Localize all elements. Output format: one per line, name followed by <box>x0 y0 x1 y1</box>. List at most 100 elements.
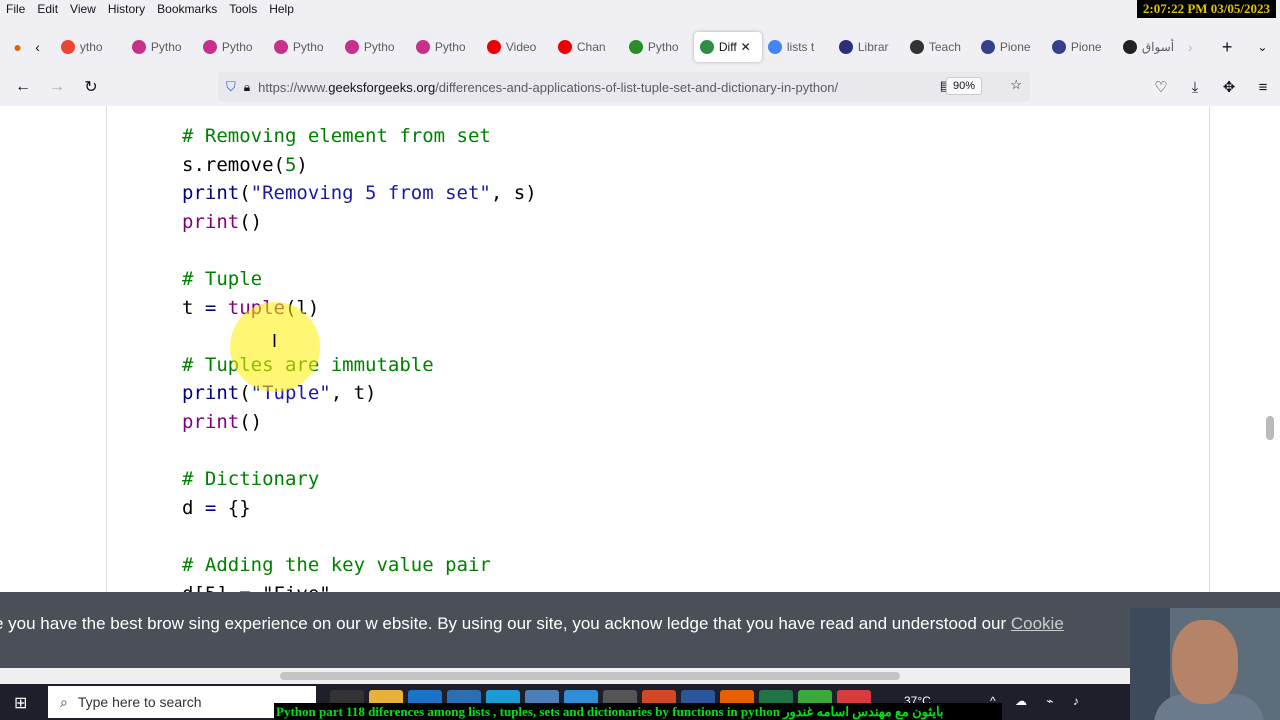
code-token: ( <box>239 182 251 205</box>
browser-tab[interactable]: Diff ✕ <box>693 32 762 62</box>
code-token: d <box>182 496 205 519</box>
list-tabs-icon[interactable]: ⌄ <box>1245 40 1280 54</box>
tab-favicon-icon <box>415 40 430 54</box>
code-token: () <box>239 210 263 233</box>
browser-tab[interactable]: Pytho <box>268 32 339 62</box>
tracking-protection-icon[interactable]: ⛉ <box>226 79 236 95</box>
code-line: t = tuple(l) <box>182 294 537 323</box>
video-caption: Python part 118 diferences among lists ,… <box>274 703 1002 720</box>
tab-close-icon[interactable]: ✕ <box>741 40 751 54</box>
code-token: {} <box>216 496 251 519</box>
code-token: ) <box>296 153 308 176</box>
bookmark-star-icon[interactable]: ☆ <box>1010 77 1022 93</box>
menu-item-file[interactable]: File <box>0 2 31 16</box>
code-line: d = {} <box>182 494 537 523</box>
menu-item-tools[interactable]: Tools <box>223 2 263 16</box>
code-token: , t) <box>330 382 377 405</box>
code-line: print("Removing 5 from set", s) <box>182 179 537 208</box>
menu-bar: File Edit View History Bookmarks Tools Help <box>0 0 1280 18</box>
webcam-overlay <box>1130 608 1280 720</box>
tab-favicon-icon <box>1051 40 1066 54</box>
tab-label: Chan <box>576 40 606 54</box>
code-token: # Removing element from set <box>182 125 491 147</box>
tab-label: Pytho <box>647 40 679 54</box>
pocket-icon[interactable]: ♡ <box>1144 78 1178 96</box>
extensions-icon[interactable]: ✥ <box>1212 78 1246 96</box>
menu-item-view[interactable]: View <box>64 2 102 16</box>
tab-favicon-icon <box>767 40 782 54</box>
menu-item-history[interactable]: History <box>102 2 151 16</box>
menu-item-edit[interactable]: Edit <box>31 2 64 16</box>
menu-item-bookmarks[interactable]: Bookmarks <box>151 2 223 16</box>
forward-button[interactable]: → <box>40 78 74 96</box>
app-menu-icon[interactable]: ≡ <box>1246 79 1280 96</box>
tab-favicon-icon <box>980 40 995 54</box>
horizontal-scroll-thumb[interactable] <box>280 672 900 680</box>
address-bar[interactable]: ⛉ 🔒︎ https://www.geeksforgeeks.org/diffe… <box>218 72 1030 102</box>
zoom-level-button[interactable]: 90% <box>945 77 982 95</box>
tab-label: Pytho <box>434 40 466 54</box>
browser-tab[interactable]: ytho <box>55 32 126 62</box>
tab-scroll-left-icon[interactable]: ‹ <box>35 39 55 55</box>
tab-favicon-icon <box>344 40 359 54</box>
menu-item-help[interactable]: Help <box>263 2 300 16</box>
url-text[interactable]: https://www.geeksforgeeks.org/difference… <box>258 80 838 95</box>
browser-tab[interactable]: Pytho <box>339 32 410 62</box>
tab-favicon-icon <box>628 40 643 54</box>
nav-bar: ← → ↻ ⛉ 🔒︎ https://www.geeksforgeeks.org… <box>0 68 1280 106</box>
browser-tab[interactable]: lists t <box>762 32 833 62</box>
tab-label: Pytho <box>292 40 324 54</box>
horizontal-scrollbar[interactable] <box>0 668 1280 684</box>
browser-tab[interactable]: Pytho <box>623 32 694 62</box>
browser-tab[interactable]: Video <box>481 32 552 62</box>
tab-label: Pione <box>1070 40 1102 54</box>
tab-label: Diff <box>718 40 737 54</box>
code-line: # Tuple <box>182 265 537 294</box>
browser-tab[interactable]: Chan <box>552 32 623 62</box>
browser-tab[interactable]: Pione <box>975 32 1046 62</box>
code-token: s.remove( <box>182 153 285 176</box>
tab-label: ytho <box>79 40 103 54</box>
back-button[interactable]: ← <box>6 78 40 96</box>
code-token: ( <box>239 382 251 405</box>
tab-label: Pione <box>999 40 1031 54</box>
firefox-icon: ● <box>13 39 22 55</box>
search-icon: ⌕ <box>60 693 68 710</box>
browser-tab[interactable]: Pytho <box>410 32 481 62</box>
browser-tab[interactable]: Pytho <box>126 32 197 62</box>
reload-button[interactable]: ↻ <box>74 77 108 97</box>
downloads-icon[interactable]: ⤓ <box>1178 79 1212 96</box>
lock-icon[interactable]: 🔒︎ <box>244 80 250 95</box>
cookie-banner: e you have the best brow sing experience… <box>0 592 1280 668</box>
browser-tab[interactable]: Pytho <box>197 32 268 62</box>
code-token: d[5] = "Five" <box>182 583 331 593</box>
browser-tab[interactable]: Teach <box>904 32 975 62</box>
tab-scroll-right-icon[interactable]: › <box>1188 39 1210 55</box>
windows-start-icon[interactable]: ⊞ <box>14 693 27 713</box>
vertical-scrollbar[interactable] <box>1266 416 1274 440</box>
search-placeholder[interactable]: Type here to search <box>78 694 202 710</box>
system-tray-icons[interactable]: ^ ☁ ⌁ ♪ <box>990 694 1087 708</box>
browser-tab[interactable]: أسواق <box>1117 32 1188 62</box>
code-token: t <box>182 296 205 319</box>
cookie-policy-link[interactable]: Cookie <box>1011 614 1064 633</box>
code-token: # Tuple <box>182 267 263 290</box>
new-tab-button[interactable]: + <box>1209 37 1244 58</box>
code-token: 5 <box>284 153 297 176</box>
code-token: "Removing 5 from set" <box>250 182 491 205</box>
browser-tab[interactable]: Librar <box>833 32 904 62</box>
code-token: = <box>204 296 217 319</box>
browser-tab[interactable]: Pione <box>1046 32 1117 62</box>
tab-label: Pytho <box>221 40 253 54</box>
tab-label: Video <box>505 40 537 54</box>
code-line: d[5] = "Five" <box>182 580 537 593</box>
tab-favicon-icon <box>131 40 146 54</box>
code-token: () <box>239 410 263 433</box>
tab-label: Teach <box>928 40 961 54</box>
code-token: print <box>182 210 240 233</box>
code-line: s.remove(5) <box>182 151 537 180</box>
presenter-face <box>1172 620 1238 704</box>
